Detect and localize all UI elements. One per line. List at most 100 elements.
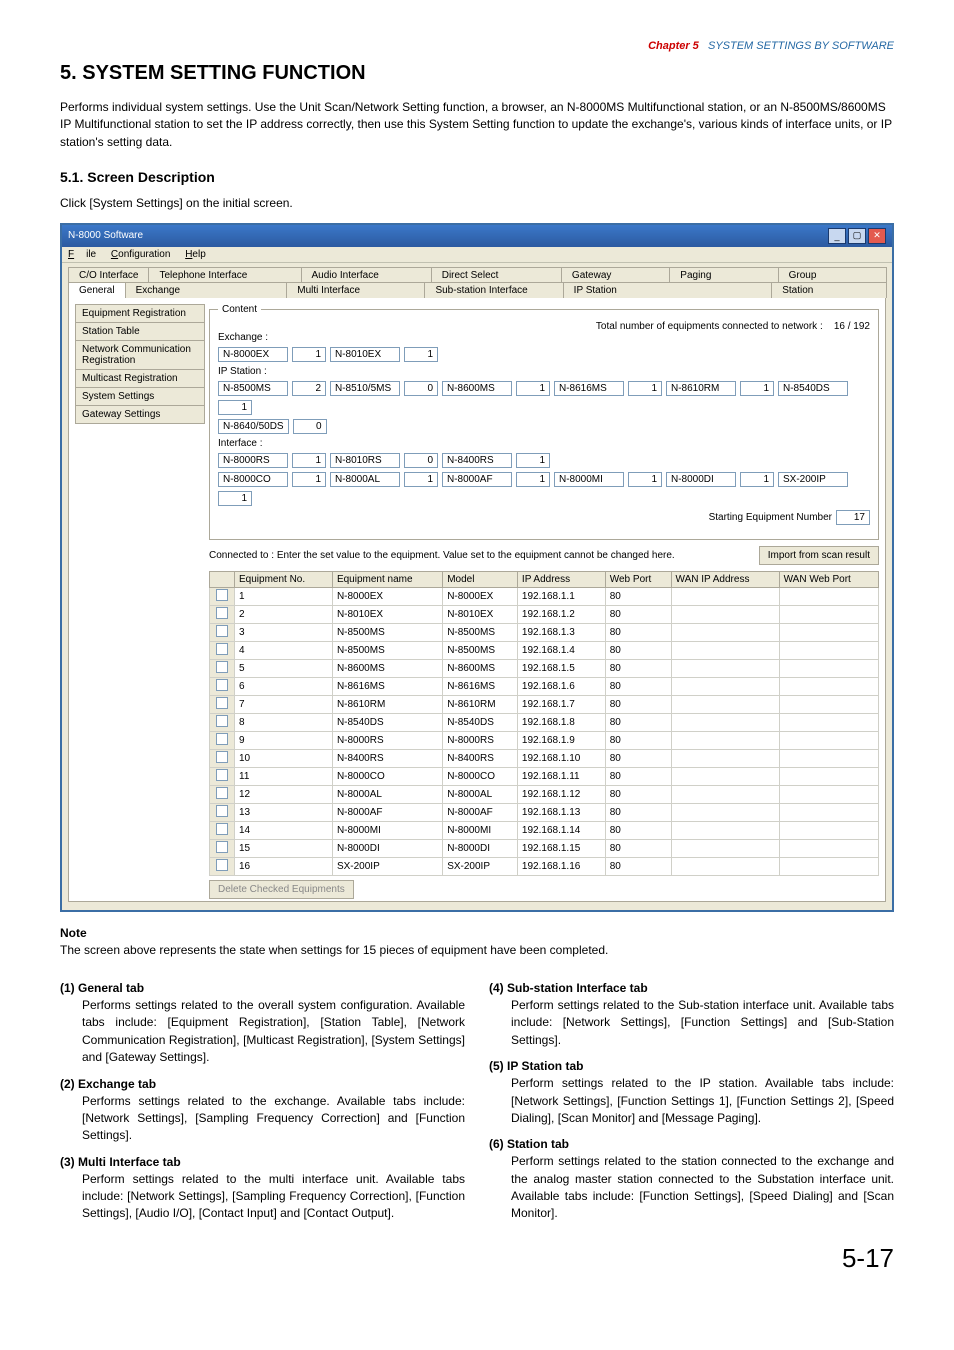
row-checkbox[interactable] [210, 713, 235, 731]
count-input[interactable]: 1 [628, 381, 662, 396]
count-input[interactable]: 1 [628, 472, 662, 487]
row-checkbox[interactable] [210, 695, 235, 713]
row-checkbox[interactable] [210, 587, 235, 605]
count-input[interactable]: 1 [218, 491, 252, 506]
tab-direct-select[interactable]: Direct Select [431, 267, 562, 283]
count-input[interactable]: 1 [292, 472, 326, 487]
row-checkbox[interactable] [210, 785, 235, 803]
row-checkbox[interactable] [210, 641, 235, 659]
row-checkbox[interactable] [210, 803, 235, 821]
cell-name: N-8600MS [332, 659, 442, 677]
cell-wan-port [779, 839, 878, 857]
table-row[interactable]: 16SX-200IPSX-200IP192.168.1.1680 [210, 857, 879, 875]
starting-value[interactable]: 17 [836, 510, 870, 525]
count-input[interactable]: 2 [292, 381, 326, 396]
row-checkbox[interactable] [210, 605, 235, 623]
col-ip[interactable]: IP Address [517, 571, 605, 587]
row-checkbox[interactable] [210, 767, 235, 785]
count-input[interactable]: 0 [293, 419, 327, 434]
sidebar-item-system-settings[interactable]: System Settings [75, 387, 205, 405]
table-row[interactable]: 8N-8540DSN-8540DS192.168.1.880 [210, 713, 879, 731]
row-checkbox[interactable] [210, 749, 235, 767]
cell-wan-port [779, 695, 878, 713]
table-row[interactable]: 15N-8000DIN-8000DI192.168.1.1580 [210, 839, 879, 857]
cell-ip: 192.168.1.14 [517, 821, 605, 839]
tab-exchange[interactable]: Exchange [125, 282, 288, 298]
table-row[interactable]: 3N-8500MSN-8500MS192.168.1.380 [210, 623, 879, 641]
cell-no: 7 [235, 695, 333, 713]
col-equip-no[interactable]: Equipment No. [235, 571, 333, 587]
tab-telephone-interface[interactable]: Telephone Interface [148, 267, 301, 283]
chapter-header: Chapter 5 SYSTEM SETTINGS BY SOFTWARE [60, 40, 894, 52]
sidebar-item-multicast-registration[interactable]: Multicast Registration [75, 369, 205, 387]
sidebar-item-equipment-registration[interactable]: Equipment Registration [75, 304, 205, 322]
close-button[interactable]: ✕ [868, 228, 886, 244]
table-row[interactable]: 2N-8010EXN-8010EX192.168.1.280 [210, 605, 879, 623]
table-row[interactable]: 9N-8000RSN-8000RS192.168.1.980 [210, 731, 879, 749]
model-box: N-8000AL [330, 472, 400, 487]
maximize-button[interactable]: ▢ [848, 228, 866, 244]
tab-group[interactable]: Group [778, 267, 887, 283]
count-input[interactable]: 1 [740, 381, 774, 396]
table-row[interactable]: 14N-8000MIN-8000MI192.168.1.1480 [210, 821, 879, 839]
row-checkbox[interactable] [210, 821, 235, 839]
cell-model: N-8500MS [443, 641, 518, 659]
tab-ip-station[interactable]: IP Station [563, 282, 773, 298]
col-wan-ip[interactable]: WAN IP Address [671, 571, 779, 587]
row-checkbox[interactable] [210, 623, 235, 641]
tab-co-interface[interactable]: C/O Interface [68, 267, 149, 283]
table-row[interactable]: 10N-8400RSN-8400RS192.168.1.1080 [210, 749, 879, 767]
count-input[interactable]: 1 [404, 347, 438, 362]
count-input[interactable]: 0 [404, 453, 438, 468]
menu-file[interactable]: File [68, 249, 96, 260]
sidebar-item-gateway-settings[interactable]: Gateway Settings [75, 405, 205, 424]
row-checkbox[interactable] [210, 659, 235, 677]
count-input[interactable]: 1 [292, 453, 326, 468]
col-model[interactable]: Model [443, 571, 518, 587]
row-checkbox[interactable] [210, 731, 235, 749]
count-input[interactable]: 1 [516, 453, 550, 468]
count-input[interactable]: 1 [404, 472, 438, 487]
table-row[interactable]: 6N-8616MSN-8616MS192.168.1.680 [210, 677, 879, 695]
row-checkbox[interactable] [210, 677, 235, 695]
row-checkbox[interactable] [210, 857, 235, 875]
model-box: N-8010EX [330, 347, 400, 362]
row-checkbox[interactable] [210, 839, 235, 857]
table-row[interactable]: 13N-8000AFN-8000AF192.168.1.1380 [210, 803, 879, 821]
sidebar-item-station-table[interactable]: Station Table [75, 322, 205, 340]
table-row[interactable]: 5N-8600MSN-8600MS192.168.1.580 [210, 659, 879, 677]
tab-station[interactable]: Station [771, 282, 887, 298]
col-webport[interactable]: Web Port [605, 571, 671, 587]
tab-gateway[interactable]: Gateway [561, 267, 670, 283]
model-box: N-8400RS [442, 453, 512, 468]
menu-help[interactable]: Help [185, 249, 206, 260]
col-equip-name[interactable]: Equipment name [332, 571, 442, 587]
count-input[interactable]: 1 [516, 381, 550, 396]
count-input[interactable]: 1 [740, 472, 774, 487]
sec6-body: Perform settings related to the station … [511, 1153, 894, 1223]
table-row[interactable]: 1N-8000EXN-8000EX192.168.1.180 [210, 587, 879, 605]
count-input[interactable]: 1 [292, 347, 326, 362]
table-row[interactable]: 7N-8610RMN-8610RM192.168.1.780 [210, 695, 879, 713]
menu-configuration[interactable]: Configuration [111, 249, 171, 260]
sidebar-item-network-comm-registration[interactable]: Network Communication Registration [75, 340, 205, 369]
count-input[interactable]: 1 [218, 400, 252, 415]
model-box: N-8510/5MS [330, 381, 400, 396]
col-wan-port[interactable]: WAN Web Port [779, 571, 878, 587]
table-row[interactable]: 4N-8500MSN-8500MS192.168.1.480 [210, 641, 879, 659]
minimize-button[interactable]: _ [828, 228, 846, 244]
tab-multi-interface[interactable]: Multi Interface [286, 282, 425, 298]
cell-wan-ip [671, 623, 779, 641]
tab-audio-interface[interactable]: Audio Interface [301, 267, 432, 283]
count-input[interactable]: 0 [404, 381, 438, 396]
tab-substation-interface[interactable]: Sub-station Interface [424, 282, 563, 298]
tab-general[interactable]: General [68, 282, 126, 298]
count-input[interactable]: 1 [516, 472, 550, 487]
tab-paging[interactable]: Paging [669, 267, 778, 283]
side-nav: Equipment Registration Station Table Net… [75, 304, 205, 424]
table-row[interactable]: 11N-8000CON-8000CO192.168.1.1180 [210, 767, 879, 785]
import-button[interactable]: Import from scan result [759, 546, 879, 565]
table-row[interactable]: 12N-8000ALN-8000AL192.168.1.1280 [210, 785, 879, 803]
delete-button[interactable]: Delete Checked Equipments [209, 880, 354, 899]
cell-wan-ip [671, 659, 779, 677]
